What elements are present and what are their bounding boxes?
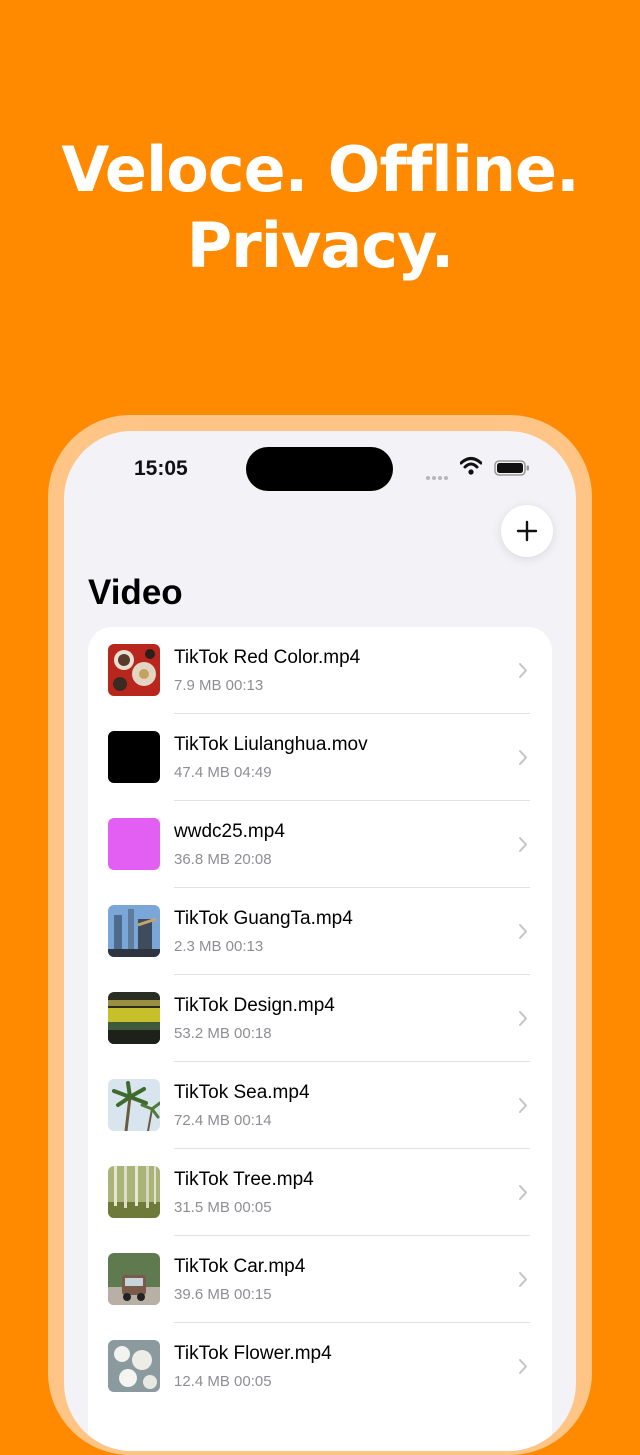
car-thumbnail	[108, 1253, 160, 1305]
magenta-thumbnail	[108, 818, 160, 870]
chevron-right-icon	[519, 924, 527, 939]
video-row[interactable]: TikTok Tree.mp4 31.5 MB 00:05	[88, 1149, 552, 1236]
marketing-headline: Veloce. Offline. Privacy.	[0, 132, 640, 284]
video-meta: 2.3 MB 00:13	[174, 938, 264, 955]
palm-thumbnail	[108, 1079, 160, 1131]
video-title: TikTok Flower.mp4	[174, 1343, 332, 1364]
plus-icon	[516, 520, 538, 542]
video-row[interactable]: TikTok Red Color.mp4 7.9 MB 00:13	[88, 627, 552, 714]
interior-thumbnail	[108, 992, 160, 1044]
add-video-button[interactable]	[501, 505, 553, 557]
video-row[interactable]: TikTok Flower.mp4 12.4 MB 00:05	[88, 1323, 552, 1410]
chevron-right-icon	[519, 1011, 527, 1026]
forest-thumbnail	[108, 1166, 160, 1218]
chevron-right-icon	[519, 1185, 527, 1200]
chevron-right-icon	[519, 837, 527, 852]
chevron-right-icon	[519, 1098, 527, 1113]
video-meta: 36.8 MB 20:08	[174, 851, 272, 868]
video-meta: 47.4 MB 04:49	[174, 764, 272, 781]
video-meta: 7.9 MB 00:13	[174, 677, 264, 694]
red-food-thumbnail	[108, 644, 160, 696]
video-meta: 12.4 MB 00:05	[174, 1373, 272, 1390]
video-title: TikTok GuangTa.mp4	[174, 908, 353, 929]
chevron-right-icon	[519, 663, 527, 678]
battery-icon	[494, 460, 529, 476]
video-title: TikTok Sea.mp4	[174, 1082, 310, 1103]
wifi-icon	[460, 457, 482, 475]
video-meta: 31.5 MB 00:05	[174, 1199, 272, 1216]
video-title: TikTok Red Color.mp4	[174, 647, 361, 668]
dynamic-island	[246, 447, 393, 491]
video-title: TikTok Liulanghua.mov	[174, 734, 368, 755]
video-row[interactable]: TikTok Liulanghua.mov 47.4 MB 04:49	[88, 714, 552, 801]
cellular-signal-icon	[426, 467, 450, 485]
video-title: TikTok Design.mp4	[174, 995, 335, 1016]
video-row[interactable]: TikTok GuangTa.mp4 2.3 MB 00:13	[88, 888, 552, 975]
tower-thumbnail	[108, 905, 160, 957]
video-row[interactable]: wwdc25.mp4 36.8 MB 20:08	[88, 801, 552, 888]
video-list: TikTok Red Color.mp4 7.9 MB 00:13 TikTok…	[88, 627, 552, 1451]
video-row[interactable]: TikTok Car.mp4 39.6 MB 00:15	[88, 1236, 552, 1323]
video-row[interactable]: TikTok Sea.mp4 72.4 MB 00:14	[88, 1062, 552, 1149]
black-thumbnail	[108, 731, 160, 783]
page-title: Video	[88, 573, 183, 612]
headline-line-2: Privacy.	[186, 209, 455, 282]
video-meta: 39.6 MB 00:15	[174, 1286, 272, 1303]
chevron-right-icon	[519, 1272, 527, 1287]
video-meta: 72.4 MB 00:14	[174, 1112, 272, 1129]
headline-line-1: Veloce. Offline.	[61, 133, 579, 206]
video-title: TikTok Tree.mp4	[174, 1169, 314, 1190]
video-title: TikTok Car.mp4	[174, 1256, 306, 1277]
flower-thumbnail	[108, 1340, 160, 1392]
video-row[interactable]: TikTok Design.mp4 53.2 MB 00:18	[88, 975, 552, 1062]
phone-screen: 15:05 Video TikTok Red Color.mp4 7.9 MB …	[64, 431, 576, 1451]
video-title: wwdc25.mp4	[174, 821, 285, 842]
chevron-right-icon	[519, 1359, 527, 1374]
chevron-right-icon	[519, 750, 527, 765]
status-time: 15:05	[134, 457, 188, 480]
video-meta: 53.2 MB 00:18	[174, 1025, 272, 1042]
